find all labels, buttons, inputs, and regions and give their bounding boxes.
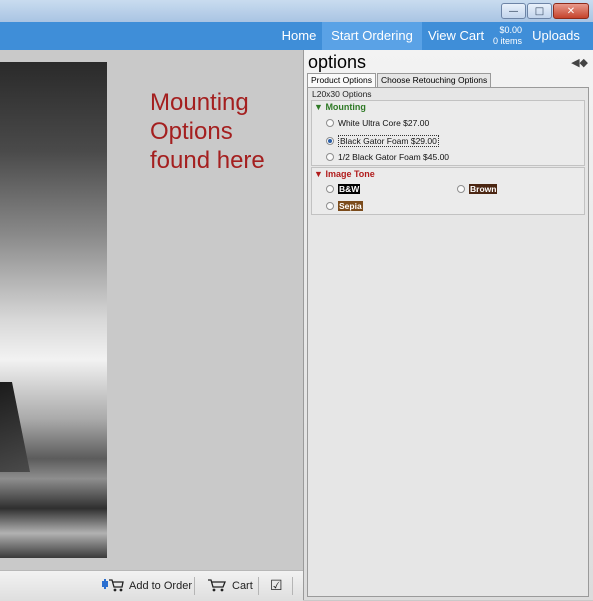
toolbar-divider — [258, 577, 259, 595]
mount-option-half-black-gator-foam[interactable]: 1/2 Black Gator Foam $45.00 — [326, 152, 449, 162]
add-to-order-label: Add to Order — [129, 580, 192, 592]
nav-uploads-link[interactable]: Uploads — [527, 22, 585, 50]
collapse-panel-icon[interactable]: ◀◆ — [571, 56, 588, 69]
nav-view-cart-link[interactable]: View Cart — [424, 22, 488, 50]
cart-total: $0.00 — [499, 25, 522, 35]
product-options-content: L20x30 Options ▼ Mounting White Ultra Co… — [307, 87, 589, 597]
mounting-header-label: Mounting — [325, 102, 366, 112]
mount-option-black-gator-foam[interactable]: Black Gator Foam $29.00 — [326, 135, 439, 147]
mounting-options-callout: Mounting Options found here — [150, 88, 300, 175]
mounting-header[interactable]: ▼ Mounting — [314, 102, 366, 112]
expand-arrow-icon: ▼ — [314, 169, 323, 179]
nav-home-link[interactable]: Home — [278, 22, 320, 50]
option-label: Brown — [469, 184, 498, 194]
callout-line-3: found here — [150, 147, 265, 174]
maximize-icon[interactable]: □ — [527, 3, 552, 19]
toolbar-grip[interactable] — [292, 577, 293, 595]
option-label: Sepia — [338, 201, 363, 211]
image-preview-area: Mounting Options found here — [0, 50, 303, 570]
cart-item-count: 0 items — [492, 36, 522, 46]
tone-option-sepia[interactable]: Sepia — [326, 201, 363, 211]
radio-icon — [457, 185, 465, 193]
callout-line-1: Mounting — [150, 89, 249, 116]
size-label: L20x30 Options — [312, 89, 372, 99]
minimize-icon[interactable]: — — [501, 3, 526, 19]
tab-product-options[interactable]: Product Options — [307, 73, 376, 88]
image-tone-section: ▼ Image Tone B&W Brown Sepia — [311, 167, 585, 215]
option-label: 1/2 Black Gator Foam $45.00 — [338, 152, 450, 162]
options-tabs: Product Options Choose Retouching Option… — [307, 73, 492, 88]
option-label: Black Gator Foam $29.00 — [338, 135, 439, 147]
radio-selected-icon — [326, 137, 334, 145]
close-icon[interactable]: ✕ — [553, 3, 589, 19]
callout-line-2: Options — [150, 118, 233, 145]
add-cart-icon — [100, 577, 124, 596]
add-to-order-button[interactable]: Add to Order — [100, 571, 192, 601]
bottom-toolbar: Add to Order Cart ☑ — [0, 570, 303, 601]
tone-option-brown[interactable]: Brown — [457, 184, 498, 194]
checkbox-icon: ☑ — [270, 578, 283, 594]
radio-icon — [326, 202, 334, 210]
options-panel: options ◀◆ Product Options Choose Retouc… — [303, 50, 593, 600]
eiffel-tower-image — [0, 382, 30, 472]
mount-option-white-ultra-core[interactable]: White Ultra Core $27.00 — [326, 118, 429, 128]
photo-preview — [0, 62, 107, 558]
mounting-section: ▼ Mounting White Ultra Core $27.00 Black… — [311, 100, 585, 166]
option-label: B&W — [338, 184, 361, 194]
nav-start-ordering-link[interactable]: Start Ordering — [322, 22, 422, 50]
cart-summary[interactable]: $0.00 0 items — [488, 22, 522, 53]
toolbar-divider — [194, 577, 195, 595]
cart-icon — [207, 577, 227, 596]
window-titlebar: — □ ✕ — [0, 0, 593, 22]
cart-label: Cart — [232, 580, 253, 592]
radio-icon — [326, 185, 334, 193]
window-controls: — □ ✕ — [501, 3, 589, 19]
checkbox-button[interactable]: ☑ — [270, 571, 283, 601]
cart-button[interactable]: Cart — [207, 571, 253, 601]
image-tone-header-label: Image Tone — [325, 169, 375, 179]
image-tone-header[interactable]: ▼ Image Tone — [314, 169, 375, 179]
option-label: White Ultra Core $27.00 — [338, 118, 430, 128]
tone-option-bw[interactable]: B&W — [326, 184, 361, 194]
top-navigation: Home Start Ordering View Cart $0.00 0 it… — [0, 22, 593, 50]
expand-arrow-icon: ▼ — [314, 102, 323, 112]
tab-retouching-options[interactable]: Choose Retouching Options — [376, 73, 492, 87]
radio-icon — [326, 153, 334, 161]
radio-icon — [326, 119, 334, 127]
panel-title: options — [308, 52, 367, 72]
